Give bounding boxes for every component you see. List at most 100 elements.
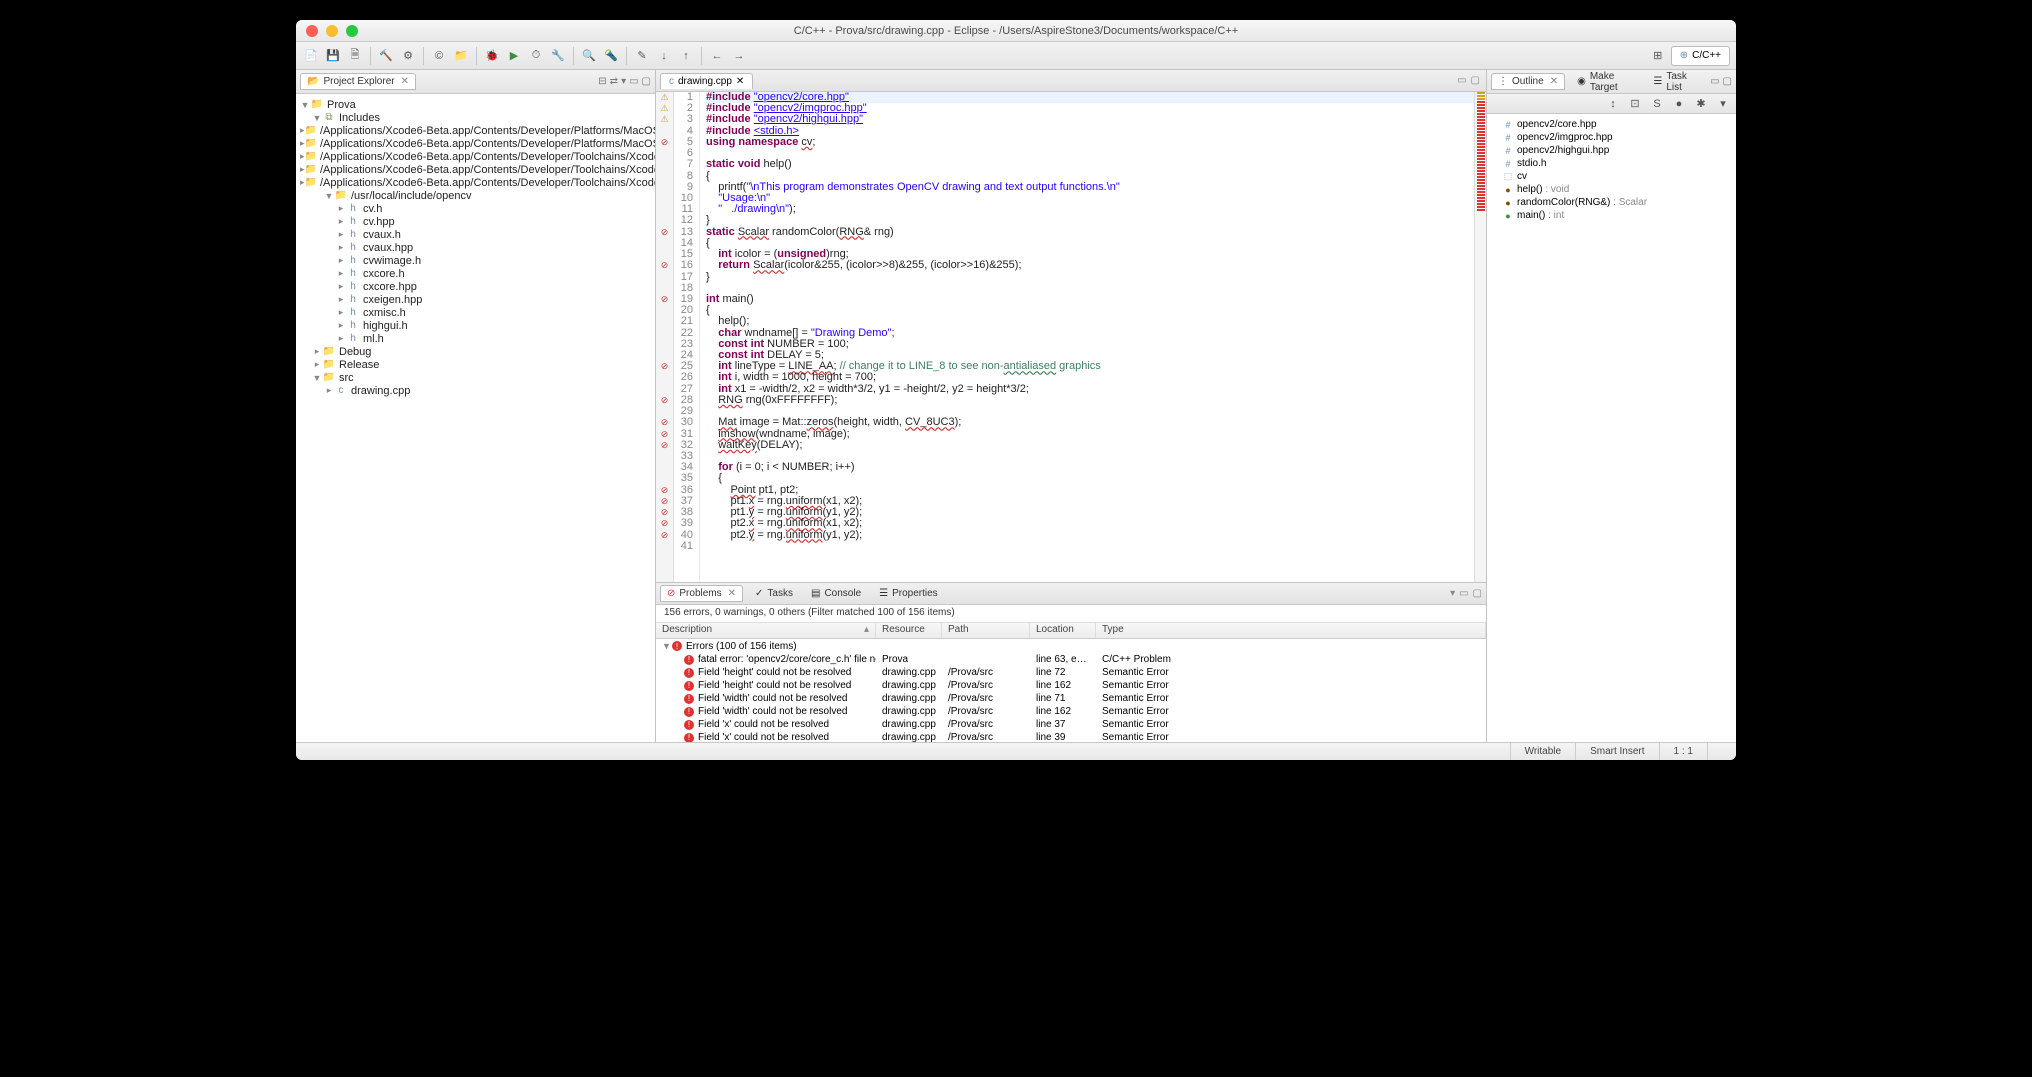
code-line[interactable] [706, 148, 1474, 159]
minimize-view-icon[interactable]: ▭ [629, 76, 638, 87]
close-icon[interactable]: ✕ [401, 76, 409, 87]
minimize-view-icon[interactable]: ▭ [1459, 588, 1468, 599]
tree-item[interactable]: ▸hcxmisc.h [296, 306, 655, 319]
tree-item[interactable]: ▸hhighgui.h [296, 319, 655, 332]
collapse-all-icon[interactable]: ⊟ [598, 76, 606, 87]
titlebar[interactable]: C/C++ - Prova/src/drawing.cpp - Eclipse … [296, 20, 1736, 42]
code-line[interactable]: using namespace cv; [706, 137, 1474, 148]
save-all-button[interactable]: 🗎 [346, 47, 364, 65]
error-marker-icon[interactable]: ⊘ [656, 417, 673, 428]
open-type-button[interactable]: 🔍 [580, 47, 598, 65]
col-resource[interactable]: Resource [876, 623, 942, 638]
problem-row[interactable]: !Field 'width' could not be resolveddraw… [656, 705, 1486, 718]
view-menu-icon[interactable]: ▾ [1450, 588, 1455, 599]
problem-row[interactable]: !Field 'height' could not be resolveddra… [656, 679, 1486, 692]
project-tree[interactable]: ▼📁Prova▼⧉Includes▸📁/Applications/Xcode6-… [296, 94, 655, 742]
error-marker-icon[interactable]: ⊘ [656, 518, 673, 529]
code-line[interactable]: for (i = 0; i < NUMBER; i++) [706, 462, 1474, 473]
col-location[interactable]: Location [1030, 623, 1096, 638]
outline-item[interactable]: ●randomColor(RNG&) : Scalar [1491, 196, 1732, 209]
focus-icon[interactable]: ✱ [1692, 95, 1710, 113]
col-path[interactable]: Path [942, 623, 1030, 638]
error-marker-icon[interactable]: ⊘ [656, 260, 673, 271]
error-marker-icon[interactable]: ⊘ [656, 530, 673, 541]
save-button[interactable]: 💾 [324, 47, 342, 65]
error-marker-icon[interactable]: ⊘ [656, 496, 673, 507]
code-line[interactable]: #include <stdio.h> [706, 126, 1474, 137]
maximize-view-icon[interactable]: ▢ [1723, 76, 1732, 87]
properties-tab[interactable]: ☰ Properties [873, 586, 944, 601]
tree-item[interactable]: ▼📁Prova [296, 98, 655, 111]
code-editor[interactable]: ⚠⚠⚠⊘⊘⊘⊘⊘⊘⊘⊘⊘⊘⊘⊘⊘⊘ 1234567891011121314151… [656, 92, 1486, 582]
tree-item[interactable]: ▸📁/Applications/Xcode6-Beta.app/Contents… [296, 150, 655, 163]
error-marker-icon[interactable]: ⊘ [656, 507, 673, 518]
new-folder-button[interactable]: 📁 [452, 47, 470, 65]
tree-item[interactable]: ▸📁/Applications/Xcode6-Beta.app/Contents… [296, 124, 655, 137]
tree-item[interactable]: ▸hml.h [296, 332, 655, 345]
code-line[interactable]: RNG rng(0xFFFFFFFF); [706, 395, 1474, 406]
maximize-view-icon[interactable]: ▢ [642, 76, 651, 87]
tree-item[interactable]: ▸hcv.h [296, 202, 655, 215]
problems-tab[interactable]: ⊘ Problems ✕ [660, 585, 743, 602]
new-button[interactable]: 📄 [302, 47, 320, 65]
code-line[interactable] [706, 283, 1474, 294]
outline-item[interactable]: #opencv2/imgproc.hpp [1491, 131, 1732, 144]
make-target-tab[interactable]: ◉ Make Target [1571, 70, 1641, 95]
code-line[interactable]: } [706, 215, 1474, 226]
console-tab[interactable]: ▤ Console [805, 586, 867, 601]
code-line[interactable]: static void help() [706, 159, 1474, 170]
code-line[interactable]: waitKey(DELAY); [706, 440, 1474, 451]
error-marker-icon[interactable]: ⊘ [656, 361, 673, 372]
tree-item[interactable]: ▼📁/usr/local/include/opencv [296, 189, 655, 202]
warning-marker-icon[interactable]: ⚠ [656, 114, 673, 125]
debug-button[interactable]: 🐞 [483, 47, 501, 65]
error-marker-icon[interactable]: ⊘ [656, 227, 673, 238]
outline-item[interactable]: ●help() : void [1491, 183, 1732, 196]
error-marker-icon[interactable]: ⊘ [656, 395, 673, 406]
new-class-button[interactable]: © [430, 47, 448, 65]
col-type[interactable]: Type [1096, 623, 1486, 638]
outline-tab[interactable]: ⋮ Outline ✕ [1491, 73, 1565, 90]
close-icon[interactable]: ✕ [1550, 76, 1558, 87]
view-menu-icon[interactable]: ▾ [621, 76, 626, 87]
code-line[interactable]: return Scalar(icolor&255, (icolor>>8)&25… [706, 260, 1474, 271]
tree-item[interactable]: ▸cdrawing.cpp [296, 384, 655, 397]
problem-row[interactable]: !fatal error: 'opencv2/core/core_c.h' fi… [656, 653, 1486, 666]
problem-row[interactable]: !Field 'x' could not be resolveddrawing.… [656, 731, 1486, 742]
sort-icon[interactable]: ↕ [1604, 95, 1622, 113]
code-line[interactable]: } [706, 272, 1474, 283]
tree-item[interactable]: ▸📁Release [296, 358, 655, 371]
close-icon[interactable]: ✕ [728, 588, 736, 599]
code-line[interactable]: #include "opencv2/highgui.hpp" [706, 114, 1474, 125]
warning-marker-icon[interactable]: ⚠ [656, 92, 673, 103]
code-line[interactable]: { [706, 305, 1474, 316]
outline-item[interactable]: ●main() : int [1491, 209, 1732, 222]
outline-item[interactable]: #opencv2/core.hpp [1491, 118, 1732, 131]
errors-group[interactable]: ▼!Errors (100 of 156 items) [656, 639, 1486, 653]
warning-marker-icon[interactable]: ⚠ [656, 103, 673, 114]
editor-tab-drawing[interactable]: c drawing.cpp ✕ [660, 73, 753, 89]
problem-row[interactable]: !Field 'x' could not be resolveddrawing.… [656, 718, 1486, 731]
tree-item[interactable]: ▸📁/Applications/Xcode6-Beta.app/Contents… [296, 176, 655, 189]
next-annotation-button[interactable]: ↓ [655, 47, 673, 65]
build-config-button[interactable]: ⚙ [399, 47, 417, 65]
error-marker-icon[interactable]: ⊘ [656, 485, 673, 496]
code-line[interactable]: " ./drawing\n"); [706, 204, 1474, 215]
code-line[interactable] [706, 541, 1474, 552]
tree-item[interactable]: ▸hcvaux.hpp [296, 241, 655, 254]
error-marker-icon[interactable]: ⊘ [656, 429, 673, 440]
back-button[interactable]: ← [708, 47, 726, 65]
link-editor-icon[interactable]: ⇄ [610, 76, 618, 87]
tree-item[interactable]: ▸hcxcore.hpp [296, 280, 655, 293]
code-line[interactable]: pt2.y = rng.uniform(y1, y2); [706, 530, 1474, 541]
outline-list[interactable]: #opencv2/core.hpp#opencv2/imgproc.hpp#op… [1487, 114, 1736, 742]
tree-item[interactable]: ▸📁Debug [296, 345, 655, 358]
tree-item[interactable]: ▼📁src [296, 371, 655, 384]
code-line[interactable]: { [706, 473, 1474, 484]
problem-row[interactable]: !Field 'width' could not be resolveddraw… [656, 692, 1486, 705]
search-button[interactable]: 🔦 [602, 47, 620, 65]
col-description[interactable]: Description ▴ [656, 623, 876, 638]
hide-static-icon[interactable]: S [1648, 95, 1666, 113]
error-marker-icon[interactable]: ⊘ [656, 137, 673, 148]
tree-item[interactable]: ▸hcvaux.h [296, 228, 655, 241]
